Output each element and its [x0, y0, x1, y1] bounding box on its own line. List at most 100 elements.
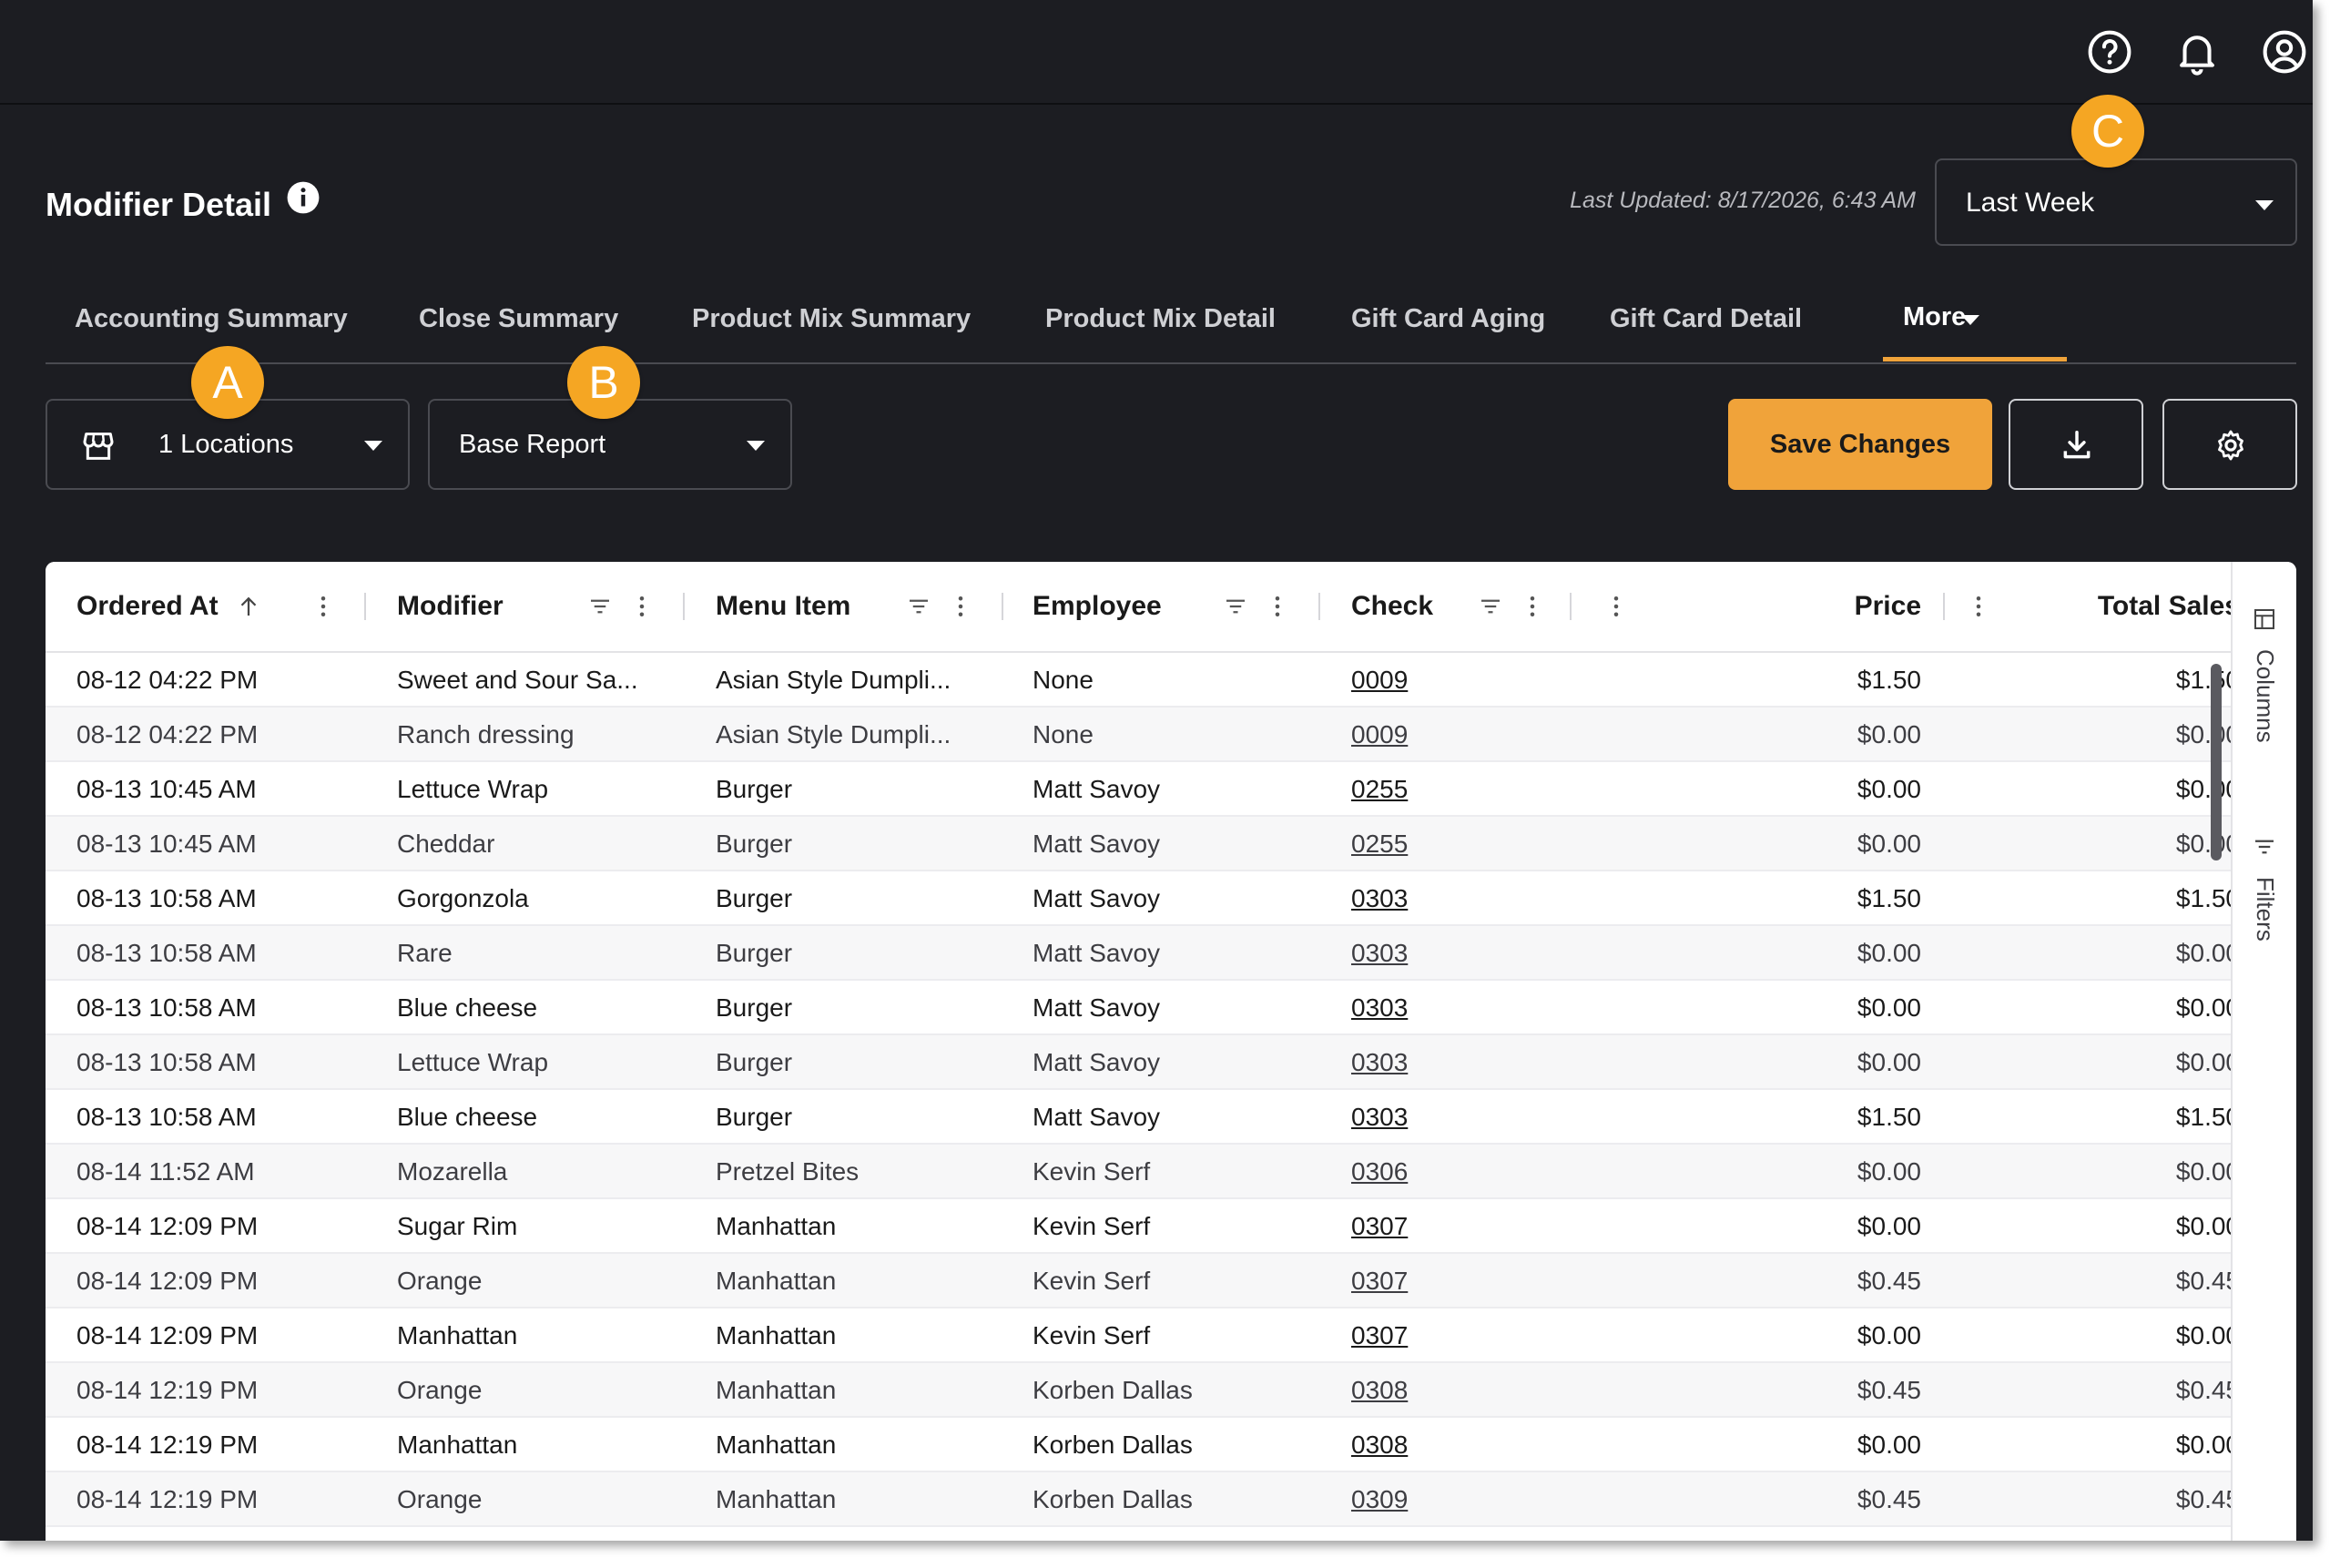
settings-button[interactable]: [2162, 399, 2297, 490]
column-header-modifier[interactable]: Modifier: [397, 591, 504, 622]
cell-total-sales: $0.00: [2175, 993, 2240, 1022]
table-row[interactable]: 08-12 04:22 PM Ranch dressing Asian Style …: [46, 708, 2240, 762]
date-range-select[interactable]: Last Week: [1935, 158, 2297, 246]
cell-ordered-at: 08-13 10:58 AM: [76, 884, 257, 912]
table-row[interactable]: 08-13 10:45 AM Lettuce Wrap Burger Matt Sav…: [46, 762, 2240, 817]
column-header-check[interactable]: Check: [1351, 591, 1433, 622]
cell-price: $0.00: [1857, 993, 1921, 1022]
cell-menu-item: Manhattan: [716, 1485, 837, 1513]
cell-check-link[interactable]: 0303: [1351, 1048, 1408, 1077]
cell-menu-item: Burger: [716, 1103, 793, 1131]
cell-check-link[interactable]: 0255: [1351, 775, 1408, 804]
info-icon[interactable]: [286, 180, 320, 215]
column-menu-icon[interactable]: [1519, 593, 1546, 620]
columns-icon[interactable]: [2251, 606, 2278, 637]
column-menu-icon[interactable]: [1264, 593, 1291, 620]
filters-icon[interactable]: [2251, 833, 2278, 865]
cell-check-link[interactable]: 0303: [1351, 939, 1408, 968]
tab-product-mix-detail[interactable]: Product Mix Detail: [1045, 304, 1276, 334]
filter-icon[interactable]: [905, 593, 932, 620]
cell-total-sales: $1.50: [2175, 666, 2240, 694]
cell-menu-item: Asian Style Dumpli...: [716, 720, 951, 748]
column-header-price[interactable]: Price: [1794, 591, 1921, 622]
cell-modifier: Ranch dressing: [397, 720, 575, 748]
table-row[interactable]: 08-14 12:19 PM Orange Manhattan Korben Dall…: [46, 1472, 2240, 1527]
cell-check-link[interactable]: 0303: [1351, 884, 1408, 913]
cell-check-link[interactable]: 0307: [1351, 1321, 1408, 1350]
tab-more[interactable]: More: [1903, 302, 1966, 332]
cell-check-link[interactable]: 0309: [1351, 1485, 1408, 1514]
table-row[interactable]: 08-14 12:09 PM Sugar Rim Manhattan Kevin Se…: [46, 1199, 2240, 1254]
table-row[interactable]: 08-14 12:09 PM Orange Manhattan Kevin Serf 0…: [46, 1254, 2240, 1308]
save-changes-button[interactable]: Save Changes: [1728, 399, 1992, 490]
sort-ascending-icon[interactable]: [235, 593, 262, 620]
tab-product-mix-summary[interactable]: Product Mix Summary: [692, 304, 971, 334]
cell-employee: Kevin Serf: [1033, 1212, 1151, 1240]
download-icon: [2063, 431, 2091, 459]
callout-badge-c: C: [2071, 95, 2144, 168]
table-row[interactable]: 08-13 10:45 AM Cheddar Burger Matt Savoy 025…: [46, 817, 2240, 871]
table-row[interactable]: 08-13 10:58 AM Lettuce Wrap Burger Matt Sav…: [46, 1035, 2240, 1090]
column-header-total-sales[interactable]: Total Sales: [2021, 591, 2240, 622]
table-row[interactable]: 08-12 04:22 PM Sweet and Sour Sa... Asian …: [46, 653, 2240, 708]
cell-check-link[interactable]: 0255: [1351, 830, 1408, 859]
cell-employee: Korben Dallas: [1033, 1431, 1193, 1459]
cell-menu-item: Manhattan: [716, 1321, 837, 1349]
cell-menu-item: Burger: [716, 830, 793, 858]
cell-check-link[interactable]: 0306: [1351, 1157, 1408, 1186]
tab-gift-card-aging[interactable]: Gift Card Aging: [1351, 304, 1545, 334]
bell-icon[interactable]: [2172, 27, 2222, 76]
column-menu-icon[interactable]: [1602, 593, 1630, 620]
filter-icon[interactable]: [1222, 593, 1249, 620]
cell-price: $0.00: [1857, 1321, 1921, 1349]
table-row[interactable]: 08-13 10:58 AM Gorgonzola Burger Matt Savoy…: [46, 871, 2240, 926]
column-menu-icon[interactable]: [947, 593, 974, 620]
column-menu-icon[interactable]: [310, 593, 337, 620]
table-row[interactable]: 08-13 10:58 AM Blue cheese Burger Matt Savo…: [46, 981, 2240, 1035]
cell-modifier: Orange: [397, 1267, 483, 1295]
cell-check-link[interactable]: 0009: [1351, 720, 1408, 749]
cell-ordered-at: 08-14 12:19 PM: [76, 1376, 259, 1404]
cell-price: $0.45: [1857, 1376, 1921, 1404]
vertical-scrollbar[interactable]: [2211, 664, 2222, 860]
help-circle-icon[interactable]: [2085, 27, 2134, 76]
tab-close-summary[interactable]: Close Summary: [419, 304, 618, 334]
cell-employee: None: [1033, 720, 1094, 748]
cell-check-link[interactable]: 0308: [1351, 1376, 1408, 1405]
account-circle-icon[interactable]: [2260, 27, 2309, 76]
cell-check-link[interactable]: 0307: [1351, 1212, 1408, 1241]
column-header-employee[interactable]: Employee: [1033, 591, 1162, 622]
cell-menu-item: Manhattan: [716, 1376, 837, 1404]
download-button[interactable]: [2009, 399, 2143, 490]
cell-modifier: Orange: [397, 1485, 483, 1513]
column-menu-icon[interactable]: [1965, 593, 1992, 620]
cell-check-link[interactable]: 0303: [1351, 1103, 1408, 1132]
gear-icon: [2218, 430, 2243, 461]
cell-menu-item: Manhattan: [716, 1267, 837, 1295]
column-separator: [1943, 593, 1945, 620]
last-updated-text: Last Updated: 8/17/2026, 6:43 AM: [1570, 188, 1916, 213]
chevron-down-icon: [2255, 200, 2274, 210]
cell-ordered-at: 08-13 10:58 AM: [76, 1103, 257, 1131]
table-row[interactable]: 08-14 12:19 PM Manhattan Manhattan Korben D…: [46, 1418, 2240, 1472]
column-header-menu-item[interactable]: Menu Item: [716, 591, 850, 622]
table-row[interactable]: 08-14 11:52 AM Mozarella Pretzel Bites Kevi…: [46, 1145, 2240, 1199]
cell-check-link[interactable]: 0009: [1351, 666, 1408, 695]
table-row[interactable]: 08-13 10:58 AM Blue cheese Burger Matt Savo…: [46, 1090, 2240, 1145]
tab-accounting-summary[interactable]: Accounting Summary: [75, 304, 348, 334]
filters-panel-toggle[interactable]: Filters: [2251, 877, 2279, 942]
cell-check-link[interactable]: 0307: [1351, 1267, 1408, 1296]
table-row[interactable]: 08-13 10:58 AM Rare Burger Matt Savoy 0303 $0…: [46, 926, 2240, 981]
filter-icon[interactable]: [1477, 593, 1504, 620]
filter-icon[interactable]: [586, 593, 614, 620]
column-header-ordered-at[interactable]: Ordered At: [76, 591, 219, 622]
cell-check-link[interactable]: 0303: [1351, 993, 1408, 1023]
cell-check-link[interactable]: 0308: [1351, 1431, 1408, 1460]
cell-menu-item: Pretzel Bites: [716, 1157, 860, 1186]
table-row[interactable]: 08-14 12:19 PM Orange Manhattan Korben Dall…: [46, 1363, 2240, 1418]
tab-gift-card-detail[interactable]: Gift Card Detail: [1610, 304, 1802, 334]
table-row[interactable]: 08-14 12:09 PM Manhattan Manhattan Kevin Se…: [46, 1308, 2240, 1363]
column-menu-icon[interactable]: [628, 593, 656, 620]
cell-employee: Matt Savoy: [1033, 884, 1161, 912]
columns-panel-toggle[interactable]: Columns: [2251, 649, 2279, 743]
